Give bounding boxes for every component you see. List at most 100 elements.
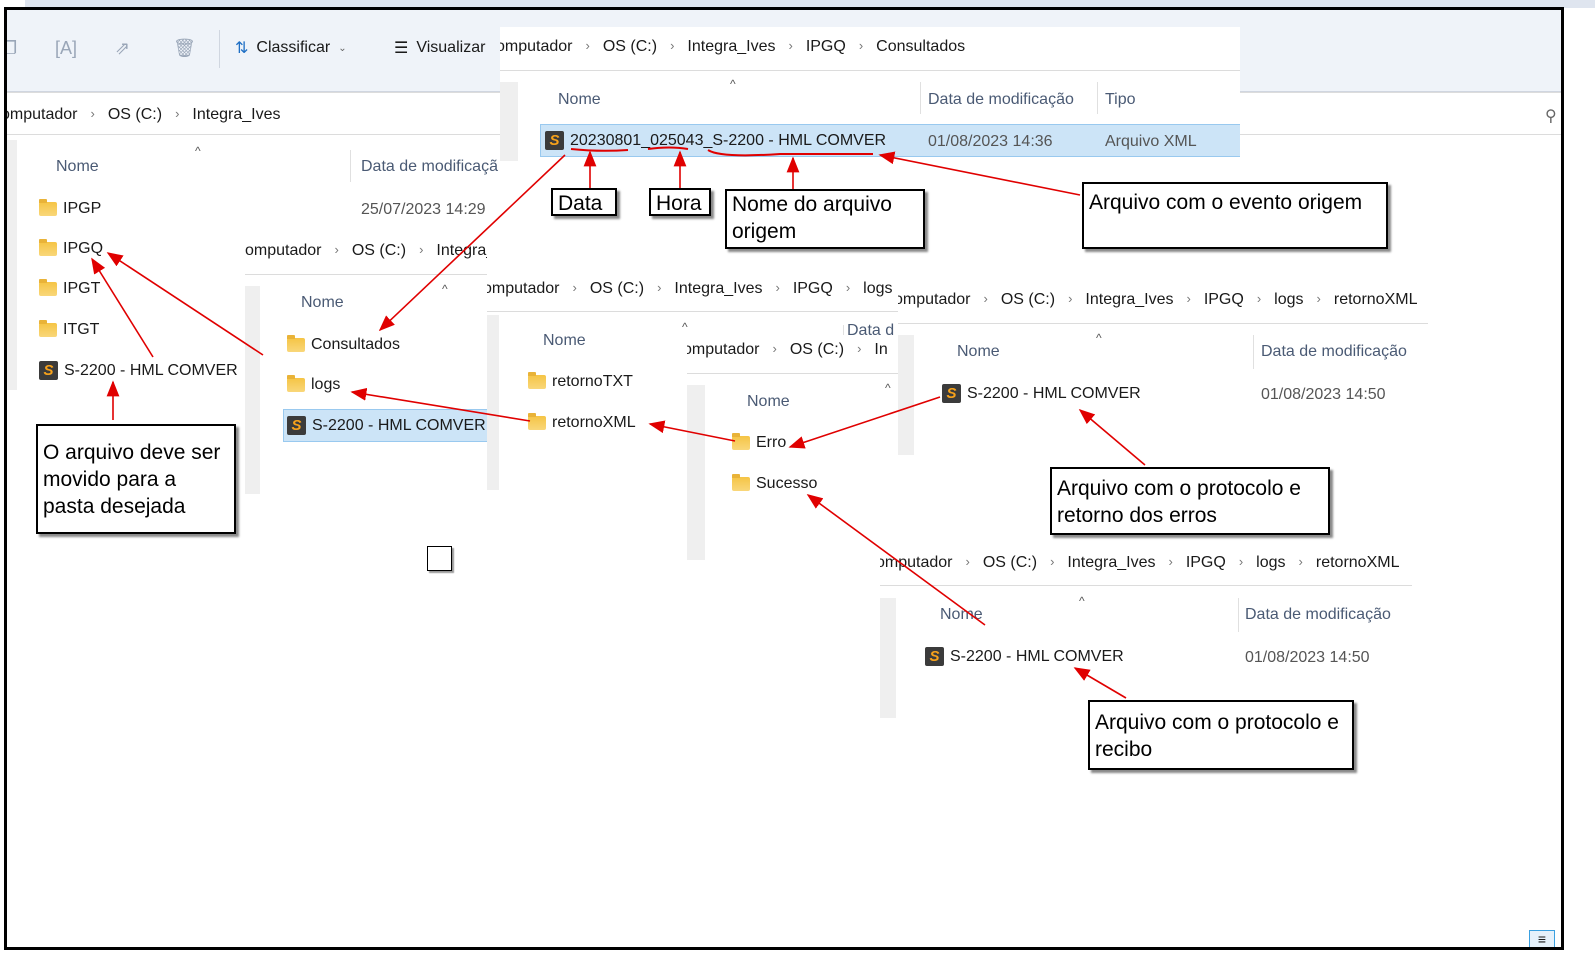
breadcrumb[interactable]: omputador › OS (C:) › Integra_Ives › IPGQ › logs… (898, 291, 1417, 309)
file-row[interactable]: S 20230801_025043_S-2200 - HML COMVER (545, 131, 886, 150)
breadcrumb-item[interactable]: retornoXML (1316, 554, 1400, 572)
file-row[interactable]: S S-2200 - HML COMVER (39, 361, 238, 380)
breadcrumb-item[interactable]: omputador (898, 291, 971, 309)
breadcrumb-item[interactable]: OS (C:) (108, 106, 162, 124)
share-icon: ⇗ (115, 38, 131, 58)
breadcrumb-item[interactable]: OS (C:) (590, 280, 644, 298)
view-button[interactable]: ☰ Visualizar (394, 38, 485, 58)
breadcrumb-item[interactable]: omputador (245, 242, 322, 260)
chevron-right-icon: › (585, 38, 590, 53)
breadcrumb-item[interactable]: Consultados (876, 38, 965, 56)
breadcrumb-item[interactable]: Integra_Ives (1085, 291, 1173, 309)
divider (219, 30, 220, 68)
column-header-name[interactable]: Nome (940, 606, 983, 624)
breadcrumb[interactable]: omputador›OS (C:)›Integra_Ives›IPGQ (245, 242, 487, 260)
breadcrumb[interactable]: omputador › OS (C:) › Integra_Ives › IPGQ › logs… (880, 554, 1399, 572)
sort-caret-icon: ^ (195, 144, 201, 158)
delete-button[interactable]: 🗑 (173, 38, 196, 59)
breadcrumb-item[interactable]: OS (C:) (603, 38, 657, 56)
breadcrumb[interactable]: omputador › OS (C:) › Integra_Ives › IPGQ › logs (487, 280, 893, 298)
column-header-date[interactable]: Data d (847, 322, 899, 340)
breadcrumb-item[interactable]: OS (C:) (983, 554, 1037, 572)
breadcrumb-item[interactable]: OS (C:) (352, 242, 406, 260)
sort-button[interactable]: ⇅ Classificar ⌄ (235, 38, 347, 58)
details-view-button[interactable]: ≡ (1529, 930, 1555, 947)
breadcrumb-item[interactable]: Integra_Ives (674, 280, 762, 298)
column-header-type[interactable]: Tipo (1105, 91, 1136, 109)
callout-hora: Hora (649, 188, 711, 216)
folder-icon (39, 279, 57, 296)
empty-checkbox-shape (427, 546, 452, 571)
column-header-name[interactable]: Nome (558, 91, 601, 109)
breadcrumb-item[interactable]: logs (1274, 291, 1303, 309)
column-header-name[interactable]: Nome (56, 158, 99, 176)
rename-button[interactable]: [A] (55, 38, 77, 59)
folder-row[interactable]: IPGT (39, 279, 100, 298)
folder-row[interactable]: retornoXML (528, 413, 636, 432)
file-row[interactable]: S S-2200 - HML COMVER (925, 647, 1124, 666)
breadcrumb-item[interactable]: IPGQ (1204, 291, 1244, 309)
breadcrumb-item[interactable]: OS (C:) (1001, 291, 1055, 309)
share-button[interactable]: ⇗ (115, 38, 130, 59)
chevron-right-icon: › (775, 280, 780, 295)
folder-row[interactable]: Consultados (287, 335, 400, 354)
breadcrumb-item[interactable]: omputador (687, 341, 760, 359)
breadcrumb-item[interactable]: logs (1256, 554, 1285, 572)
breadcrumb-item[interactable]: retornoXML (1334, 291, 1418, 309)
chevron-right-icon: › (1298, 554, 1303, 569)
xml-file-icon: S (545, 131, 564, 150)
folder-row[interactable]: logs (287, 375, 341, 394)
folder-row[interactable]: IPGQ (39, 239, 104, 258)
breadcrumb-item[interactable]: OS (C:) (790, 341, 844, 359)
panel-consultados: omputador › OS (C:) › Integra_Ives › IPGQ › Cons… (500, 27, 1240, 161)
breadcrumb-item[interactable]: IPGQ (793, 280, 833, 298)
column-header-date[interactable]: Data de modificaçã (361, 158, 498, 176)
breadcrumb-item[interactable]: omputador (487, 280, 560, 298)
folder-icon (732, 474, 750, 491)
breadcrumb-item[interactable]: omputador (880, 554, 953, 572)
column-header-name[interactable]: Nome (747, 393, 790, 411)
callout-data: Data (551, 188, 617, 216)
chevron-right-icon: › (845, 280, 851, 295)
search-icon[interactable]: ⚲ (1545, 106, 1557, 126)
breadcrumb-item[interactable]: IPGQ (1186, 554, 1226, 572)
column-header-name[interactable]: Nome (301, 294, 344, 312)
breadcrumb-item[interactable]: In (874, 341, 887, 359)
file-row[interactable]: S S-2200 - HML COMVER (287, 416, 486, 435)
folder-row[interactable]: IPGP (39, 199, 101, 218)
folder-row[interactable]: retornoTXT (528, 372, 633, 391)
item-name: logs (311, 376, 341, 393)
column-header-date[interactable]: Data de modificação (928, 91, 1074, 109)
breadcrumb[interactable]: omputador › OS (C:) › In (687, 341, 888, 359)
panel-sucesso: omputador › OS (C:) › Integra_Ives › IPGQ › logs… (880, 548, 1412, 718)
folder-icon (39, 199, 57, 216)
breadcrumb-item[interactable]: Integra_Ives (687, 38, 775, 56)
copy-button[interactable]: ❐ (7, 38, 17, 59)
breadcrumb-item[interactable]: logs (863, 280, 892, 298)
column-header-date[interactable]: Data de modificação (1261, 343, 1407, 361)
chevron-right-icon: › (983, 291, 988, 306)
file-row[interactable]: S S-2200 - HML COMVER (942, 384, 1141, 403)
nav-pane-scroll[interactable] (7, 140, 17, 390)
item-name: IPGQ (63, 240, 104, 257)
folder-row[interactable]: ITGT (39, 320, 99, 339)
rename-icon: [A] (55, 38, 78, 58)
breadcrumb[interactable]: omputador › OS (C:) › Integra_Ives (7, 106, 280, 124)
copy-icon: ❐ (7, 38, 17, 59)
folder-row[interactable]: Sucesso (732, 474, 817, 493)
file-type: Arquivo XML (1105, 133, 1197, 150)
folder-row[interactable]: Erro (732, 433, 786, 452)
breadcrumb-item[interactable]: Integra_Ives (1067, 554, 1155, 572)
column-header-name[interactable]: Nome (543, 332, 586, 350)
breadcrumb-item[interactable]: omputador (7, 106, 78, 124)
xml-file-icon: S (942, 384, 961, 403)
column-header-date[interactable]: Data de modificação (1245, 606, 1391, 624)
breadcrumb-item[interactable]: omputador (500, 38, 573, 56)
chevron-right-icon: › (90, 106, 95, 121)
breadcrumb-item[interactable]: IPGQ (806, 38, 846, 56)
item-date: 25/07/2023 14:29 (361, 201, 486, 218)
column-header-name[interactable]: Nome (957, 343, 1000, 361)
breadcrumb[interactable]: omputador › OS (C:) › Integra_Ives › IPGQ › Cons… (500, 38, 965, 56)
breadcrumb-item[interactable]: Integra_Ives (436, 242, 487, 260)
breadcrumb-item[interactable]: Integra_Ives (192, 106, 280, 124)
